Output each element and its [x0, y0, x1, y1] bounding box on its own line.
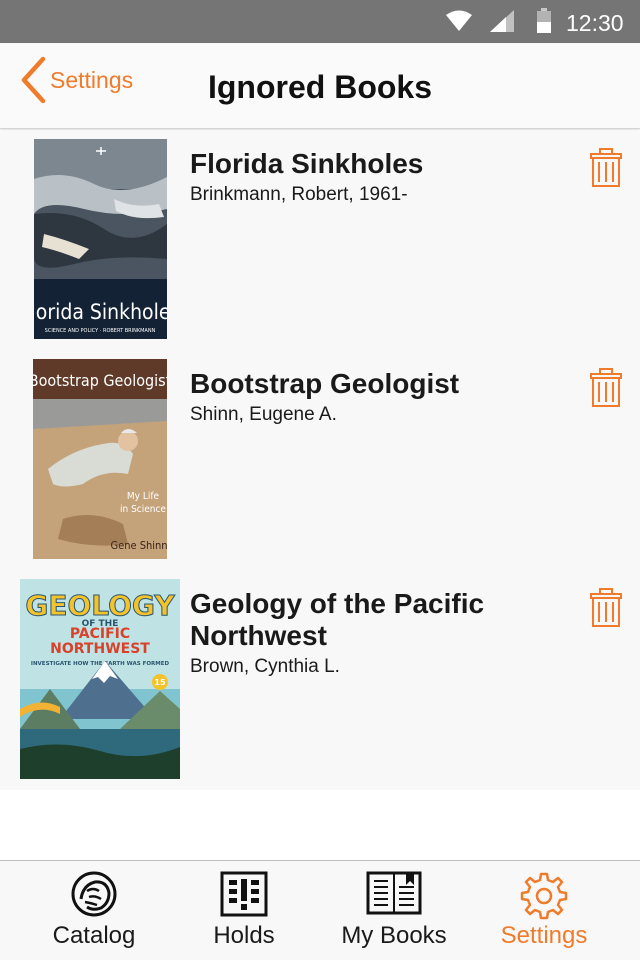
- page-title: Ignored Books: [207, 69, 432, 105]
- battery-icon: [537, 8, 551, 33]
- book-author: Shinn, Eugene A.: [190, 404, 337, 425]
- tab-holds-label: Holds: [213, 922, 275, 949]
- lion-logo-icon: [71, 871, 117, 917]
- delete-trash-icon[interactable]: [588, 588, 624, 628]
- book-author: Brinkmann, Robert, 1961-: [190, 184, 408, 205]
- tab-settings[interactable]: Settings: [464, 861, 624, 960]
- book-title: Bootstrap Geologist: [190, 368, 460, 399]
- book-row[interactable]: GEOLOGY OF THE PACIFIC NORTHWEST INVESTI…: [0, 570, 640, 790]
- cover-title-text: PACIFIC: [70, 626, 130, 642]
- cover-badge-text: 15: [154, 678, 166, 687]
- tab-my-books[interactable]: My Books: [314, 861, 474, 960]
- tab-my-books-label: My Books: [341, 922, 447, 949]
- book-cover-image: GEOLOGY OF THE PACIFIC NORTHWEST INVESTI…: [20, 579, 180, 779]
- book-author: Brown, Cynthia L.: [190, 656, 340, 677]
- delete-trash-icon[interactable]: [588, 148, 624, 188]
- signal-icon: [490, 10, 514, 32]
- navigation-bar: Settings Ignored Books: [0, 43, 640, 129]
- cover-author-text: Gene Shinn: [110, 539, 167, 552]
- wifi-icon: [446, 10, 472, 31]
- cover-title-text: NORTHWEST: [50, 641, 150, 657]
- tab-catalog[interactable]: Catalog: [14, 861, 174, 960]
- book-title: Florida Sinkholes: [190, 148, 424, 179]
- book-title: Geology of the Pacific Northwest: [190, 588, 485, 651]
- book-row[interactable]: Florida Sinkholes SCIENCE AND POLICY · R…: [0, 130, 640, 350]
- tab-catalog-label: Catalog: [52, 922, 136, 949]
- gear-icon: [520, 872, 568, 920]
- cover-subtitle-text: in Science: [120, 504, 166, 515]
- cover-tagline-text: INVESTIGATE HOW THE EARTH WAS FORMED: [31, 661, 170, 667]
- ignored-books-list: Florida Sinkholes SCIENCE AND POLICY · R…: [0, 130, 640, 790]
- status-time: 12:30: [566, 10, 624, 36]
- book-row[interactable]: Bootstrap Geologist My Life in Science G…: [0, 350, 640, 570]
- cover-title-text: Bootstrap Geologist: [33, 371, 167, 390]
- cover-subtitle-text: SCIENCE AND POLICY · ROBERT BRINKMANN: [45, 328, 156, 334]
- book-cover-image: Bootstrap Geologist My Life in Science G…: [33, 359, 167, 559]
- tab-settings-label: Settings: [500, 922, 588, 949]
- book-cover-image: Florida Sinkholes SCIENCE AND POLICY · R…: [34, 139, 167, 339]
- delete-trash-icon[interactable]: [588, 368, 624, 408]
- book-icon: [366, 871, 422, 915]
- status-bar: 12:30: [0, 0, 640, 43]
- tab-bar: Catalog Holds My Books Settings: [0, 860, 640, 960]
- tab-holds[interactable]: Holds: [164, 861, 324, 960]
- cover-title-text: Florida Sinkholes: [34, 300, 167, 324]
- holds-icon: [220, 871, 268, 917]
- cover-title-text: GEOLOGY: [25, 589, 175, 622]
- cover-subtitle-text: My Life: [127, 491, 160, 502]
